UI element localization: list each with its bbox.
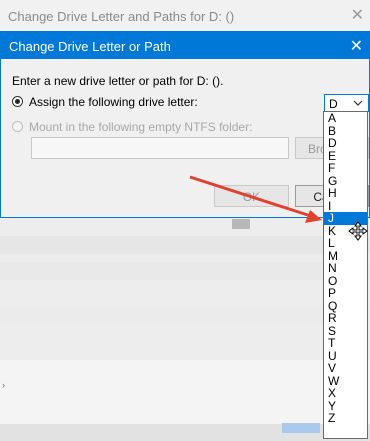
dialog-titlebar[interactable]: Change Drive Letter or Path ✕ <box>1 32 369 59</box>
assign-letter-label[interactable]: Assign the following drive letter: <box>29 95 198 109</box>
mount-folder-radio[interactable] <box>12 121 23 132</box>
drive-letter-option[interactable]: F <box>324 162 367 175</box>
background-highlight <box>282 423 320 433</box>
ok-button[interactable]: OK <box>214 185 289 207</box>
mount-folder-label[interactable]: Mount in the following empty NTFS folder… <box>29 120 252 134</box>
drive-letter-option[interactable]: R <box>324 312 367 325</box>
drive-letter-option[interactable]: H <box>324 187 367 200</box>
dialog-close-icon[interactable]: ✕ <box>350 36 363 56</box>
drive-letter-option[interactable]: N <box>324 262 367 275</box>
assign-letter-radio[interactable] <box>12 96 23 107</box>
parent-window-titlebar: Change Drive Letter and Paths for D: () … <box>0 0 370 35</box>
drive-letter-option[interactable]: T <box>324 337 367 350</box>
drive-letter-dropdown-list[interactable]: ABDEFGHIJKLMNOPQRSTUVWXYZ <box>323 111 368 439</box>
drive-letter-option[interactable]: X <box>324 387 367 400</box>
background-band <box>0 305 370 323</box>
background-panel <box>0 360 370 430</box>
parent-window-title: Change Drive Letter and Paths for D: () <box>8 9 235 24</box>
parent-close-icon[interactable]: ✕ <box>351 5 364 25</box>
drive-letter-select[interactable]: D <box>324 94 369 112</box>
background-glyph: › <box>2 380 5 390</box>
radio-selected-dot <box>15 99 20 104</box>
background-band <box>0 262 370 280</box>
resize-move-cursor-icon <box>348 221 368 241</box>
change-drive-letter-dialog: Change Drive Letter or Path ✕ Enter a ne… <box>0 31 370 218</box>
drive-letter-option[interactable]: V <box>324 362 367 375</box>
drive-letter-option[interactable]: D <box>324 137 367 150</box>
drive-letter-option[interactable]: Z <box>324 412 367 425</box>
mount-folder-input[interactable] <box>31 137 289 159</box>
drive-letter-value: D <box>329 97 338 111</box>
dialog-prompt: Enter a new drive letter or path for D: … <box>12 74 224 88</box>
background-band <box>0 236 370 254</box>
drive-letter-option[interactable]: A <box>324 112 367 125</box>
dialog-title: Change Drive Letter or Path <box>9 39 171 54</box>
drive-letter-option[interactable]: P <box>324 287 367 300</box>
background-mark <box>232 219 250 229</box>
